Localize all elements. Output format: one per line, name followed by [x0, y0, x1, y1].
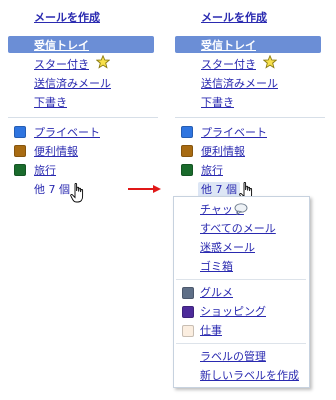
label-color-swatch	[181, 164, 193, 176]
more-labels-text: 他 7 個	[198, 182, 240, 197]
label-color-swatch	[182, 287, 194, 299]
dropdown-separator	[176, 343, 306, 344]
label-travel[interactable]: 旅行	[175, 162, 325, 178]
chat-bubble-icon	[234, 203, 248, 215]
more-labels-link[interactable]: 他 7 個	[198, 181, 240, 197]
star-icon	[96, 55, 110, 69]
folder-starred[interactable]: スター付き	[34, 56, 89, 72]
dropdown-separator	[176, 279, 306, 280]
star-icon	[263, 55, 277, 69]
folder-starred[interactable]: スター付き	[201, 56, 256, 72]
compose-link[interactable]: メールを作成	[201, 9, 267, 25]
separator	[175, 117, 325, 118]
label-private-text: プライベート	[34, 126, 100, 139]
label-color-swatch	[14, 164, 26, 176]
folder-drafts[interactable]: 下書き	[34, 94, 67, 110]
label-color-swatch	[14, 145, 26, 157]
dropdown-item-trash[interactable]: ゴミ箱	[200, 258, 233, 274]
dropdown-item-all-mail[interactable]: すべてのメール	[200, 220, 276, 236]
dropdown-label-gourmet[interactable]: グルメ	[200, 284, 233, 300]
label-color-swatch	[181, 145, 193, 157]
label-color-swatch	[182, 325, 194, 337]
label-color-swatch	[14, 126, 26, 138]
label-useful-info-text: 便利情報	[201, 145, 245, 158]
label-useful-info-text: 便利情報	[34, 145, 78, 158]
label-useful-info[interactable]: 便利情報	[8, 143, 158, 159]
red-arrow-icon	[128, 185, 161, 193]
manage-labels-link[interactable]: ラベルの管理	[200, 348, 266, 364]
folder-inbox-label: 受信トレイ	[34, 39, 89, 52]
label-color-swatch	[182, 306, 194, 318]
label-private[interactable]: プライベート	[175, 124, 325, 140]
folder-inbox[interactable]: 受信トレイ	[175, 36, 321, 53]
folder-inbox-label: 受信トレイ	[201, 39, 256, 52]
folder-inbox[interactable]: 受信トレイ	[8, 36, 154, 53]
folder-sent[interactable]: 送信済みメール	[34, 75, 111, 91]
hand-cursor-icon	[70, 183, 84, 203]
label-private[interactable]: プライベート	[8, 124, 158, 140]
dropdown-label-work[interactable]: 仕事	[200, 322, 222, 338]
dropdown-label-shopping[interactable]: ショッピング	[200, 303, 266, 319]
more-labels-dropdown: チャット すべてのメール 迷惑メール ゴミ箱 グルメ ショッピング 仕事 ラベル…	[173, 196, 310, 388]
dropdown-item-spam[interactable]: 迷惑メール	[200, 239, 255, 255]
label-private-text: プライベート	[201, 126, 267, 139]
label-useful-info[interactable]: 便利情報	[175, 143, 325, 159]
label-color-swatch	[181, 126, 193, 138]
more-labels-link[interactable]: 他 7 個	[34, 181, 70, 197]
separator	[8, 117, 158, 118]
folder-sent[interactable]: 送信済みメール	[201, 75, 278, 91]
create-label-link[interactable]: 新しいラベルを作成	[200, 367, 299, 383]
compose-link[interactable]: メールを作成	[34, 9, 100, 25]
label-travel-text: 旅行	[201, 164, 223, 177]
label-travel[interactable]: 旅行	[8, 162, 158, 178]
label-travel-text: 旅行	[34, 164, 56, 177]
folder-drafts[interactable]: 下書き	[201, 94, 234, 110]
